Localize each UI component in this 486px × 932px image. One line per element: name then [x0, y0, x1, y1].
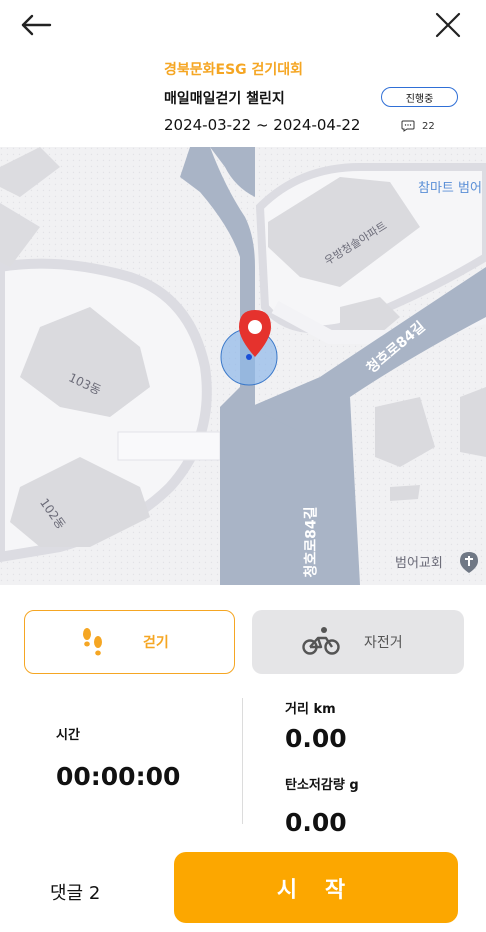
comments-link[interactable]: 댓글 2	[50, 879, 100, 905]
map-view[interactable]: 참마트 범어 우방청솔아파트 103동 102동 청호로84길 청호로84길 범…	[0, 147, 486, 585]
map-label-road-2: 청호로84길	[303, 506, 320, 578]
comment-count[interactable]: 22	[401, 120, 435, 132]
distance-label: 거리 km	[285, 702, 336, 717]
close-button[interactable]	[432, 8, 464, 42]
comment-count-value: 22	[422, 120, 435, 132]
map-label-store: 참마트 범어	[418, 181, 482, 196]
time-value: 00:00:00	[56, 762, 181, 791]
map-label-church: 범어교회	[395, 556, 443, 571]
mode-bike-button[interactable]: 자전거	[252, 610, 464, 674]
mode-bike-label: 자전거	[364, 635, 403, 651]
challenge-header: 경북문화ESG 걷기대회 매일매일걷기 챌린지 진행중 2024-03-22 ~…	[0, 50, 486, 147]
mode-walk-label: 걷기	[143, 635, 169, 651]
status-badge: 진행중	[381, 87, 458, 107]
map-canvas	[0, 147, 486, 585]
close-icon	[435, 12, 461, 38]
mode-walk-button[interactable]: 걷기	[24, 610, 235, 674]
stats-divider	[242, 698, 243, 824]
footprints-icon	[83, 628, 102, 656]
church-icon	[460, 552, 478, 573]
start-button[interactable]: 시 작	[174, 852, 458, 923]
bicycle-icon	[302, 627, 340, 655]
chat-bubble-icon	[401, 120, 415, 132]
back-button[interactable]	[18, 10, 54, 40]
date-range: 2024-03-22 ~ 2024-04-22	[164, 116, 361, 134]
time-label: 시간	[56, 728, 80, 743]
top-bar	[0, 0, 486, 50]
carbon-value: 0.00	[285, 808, 347, 837]
distance-value: 0.00	[285, 724, 347, 753]
arrow-left-icon	[21, 14, 52, 36]
event-name: 경북문화ESG 걷기대회	[164, 62, 304, 78]
challenge-title: 매일매일걷기 챌린지	[164, 91, 285, 107]
carbon-label: 탄소저감량 g	[285, 778, 359, 793]
